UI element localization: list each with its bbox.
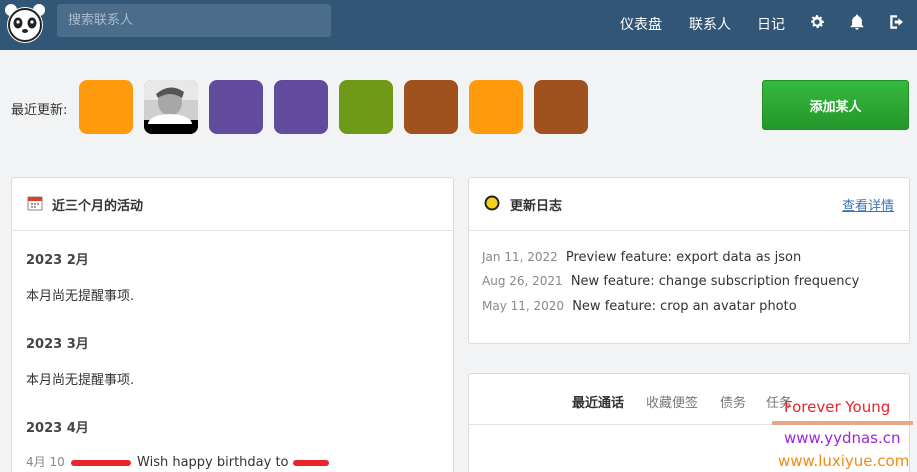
month-label: 2023 2月 [26,253,89,268]
changelog-entry: May 11, 2020 New feature: crop an avatar… [482,299,797,314]
watermark-text: www.yydnas.cn [784,429,901,447]
watermark-divider [772,421,913,425]
logout-icon[interactable] [888,13,906,31]
redacted-mark [292,459,329,466]
changelog-title: 更新日志 [510,199,563,214]
person-photo [144,80,198,134]
recent-label: 最近更新: [11,103,68,118]
tab-recent-calls[interactable]: 最近通话 [572,392,624,411]
contact-avatar-photo[interactable] [144,80,198,134]
changelog-entry: Jan 11, 2022 Preview feature: export dat… [482,250,802,265]
tab-debts[interactable]: 债务 [720,392,746,411]
search-input[interactable] [57,4,331,37]
month-label: 2023 4月 [26,421,89,436]
contact-avatar[interactable] [274,80,328,134]
changelog-entry: Aug 26, 2021 New feature: change subscri… [482,274,860,289]
nav-journal[interactable]: 日记 [757,14,785,34]
gear-icon[interactable] [808,13,826,31]
view-details-link[interactable]: 查看详情 [842,195,894,214]
add-contact-button[interactable]: 添加某人 [762,80,909,130]
month-note: 本月尚无提醒事项. [26,373,135,388]
watermark-text: www.luxiyue.com [778,452,910,470]
contact-avatar[interactable] [534,80,588,134]
contact-avatar[interactable] [339,80,393,134]
watermark-text: Forever Young [784,398,891,416]
changelog-card: 更新日志 查看详情 Jan 11, 2022 Preview feature: … [468,177,910,344]
panda-logo[interactable] [4,3,46,45]
contact-avatar[interactable] [469,80,523,134]
reminder-row[interactable]: 4月 10 Wish happy birthday to [26,453,329,470]
month-label: 2023 3月 [26,337,89,352]
reminder-date: 4月 10 [26,455,65,469]
bell-icon[interactable] [848,13,866,31]
calendar-icon [27,196,43,211]
changelog-card-header: 更新日志 查看详情 [469,178,909,231]
reminder-text: Wish happy birthday to [137,455,289,470]
contact-avatar[interactable] [404,80,458,134]
tab-favorite-notes[interactable]: 收藏便签 [646,392,698,411]
activity-card-header: 近三个月的活动 [12,178,453,231]
activity-card: 近三个月的活动 2023 2月 本月尚无提醒事项. 2023 3月 本月尚无提醒… [11,177,454,472]
redacted-mark [70,459,131,466]
nav-dashboard[interactable]: 仪表盘 [620,14,662,34]
sun-icon [484,195,500,211]
navbar: 仪表盘 联系人 日记 [0,0,917,50]
activity-title: 近三个月的活动 [52,199,144,214]
contact-avatar[interactable] [209,80,263,134]
contact-avatar[interactable] [79,80,133,134]
month-note: 本月尚无提醒事项. [26,289,135,304]
nav-contacts[interactable]: 联系人 [689,14,731,34]
